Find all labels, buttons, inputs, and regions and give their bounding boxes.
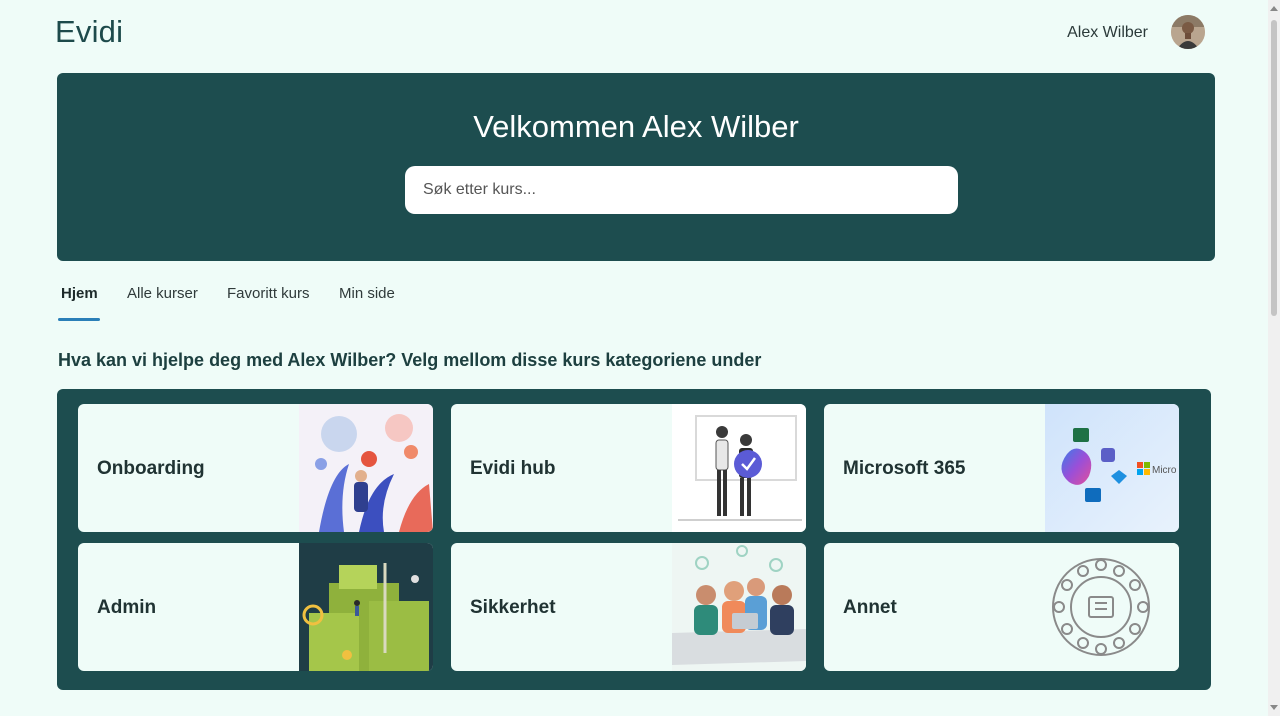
- category-card-onboarding[interactable]: Onboarding: [78, 404, 433, 532]
- category-grid: Onboarding Evidi hub Microsoft 365 Micro…: [57, 389, 1211, 690]
- tab-home[interactable]: Hjem: [61, 285, 98, 302]
- category-label: Admin: [97, 597, 157, 618]
- tab-my-page[interactable]: Min side: [339, 285, 395, 302]
- category-card-admin[interactable]: Admin: [78, 543, 433, 671]
- page-scrollbar[interactable]: [1268, 0, 1280, 716]
- tab-all-courses[interactable]: Alle kurser: [127, 285, 198, 302]
- course-search-input[interactable]: [405, 166, 958, 214]
- category-card-security[interactable]: Sikkerhet: [451, 543, 806, 671]
- user-avatar[interactable]: [1171, 15, 1205, 49]
- scroll-down-arrow-icon[interactable]: [1270, 705, 1278, 710]
- welcome-banner: Velkommen Alex Wilber: [57, 73, 1215, 261]
- scroll-up-arrow-icon[interactable]: [1270, 6, 1278, 11]
- active-tab-indicator: [58, 318, 100, 321]
- category-label: Onboarding: [97, 458, 205, 479]
- other-icons-illustration: [1045, 543, 1179, 671]
- category-card-evidi-hub[interactable]: Evidi hub: [451, 404, 806, 532]
- onboarding-illustration: [299, 404, 433, 532]
- category-card-microsoft-365[interactable]: Microsoft 365 Micro: [824, 404, 1179, 532]
- category-label: Microsoft 365: [843, 458, 966, 479]
- section-heading: Hva kan vi hjelpe deg med Alex Wilber? V…: [58, 350, 762, 370]
- user-name[interactable]: Alex Wilber: [1067, 24, 1148, 42]
- security-illustration: [672, 543, 806, 671]
- category-label: Annet: [843, 597, 897, 618]
- category-card-other[interactable]: Annet: [824, 543, 1179, 671]
- app-logo[interactable]: Evidi: [55, 14, 123, 50]
- category-label: Evidi hub: [470, 458, 556, 479]
- microsoft-logo-text: Micro: [1152, 465, 1177, 476]
- microsoft-365-illustration: Micro: [1045, 404, 1179, 532]
- evidi-hub-illustration: [672, 404, 806, 532]
- tab-favorite-courses[interactable]: Favoritt kurs: [227, 285, 310, 302]
- scroll-thumb[interactable]: [1271, 20, 1277, 316]
- welcome-title: Velkommen Alex Wilber: [473, 109, 799, 144]
- admin-illustration: [299, 543, 433, 671]
- category-label: Sikkerhet: [470, 597, 556, 618]
